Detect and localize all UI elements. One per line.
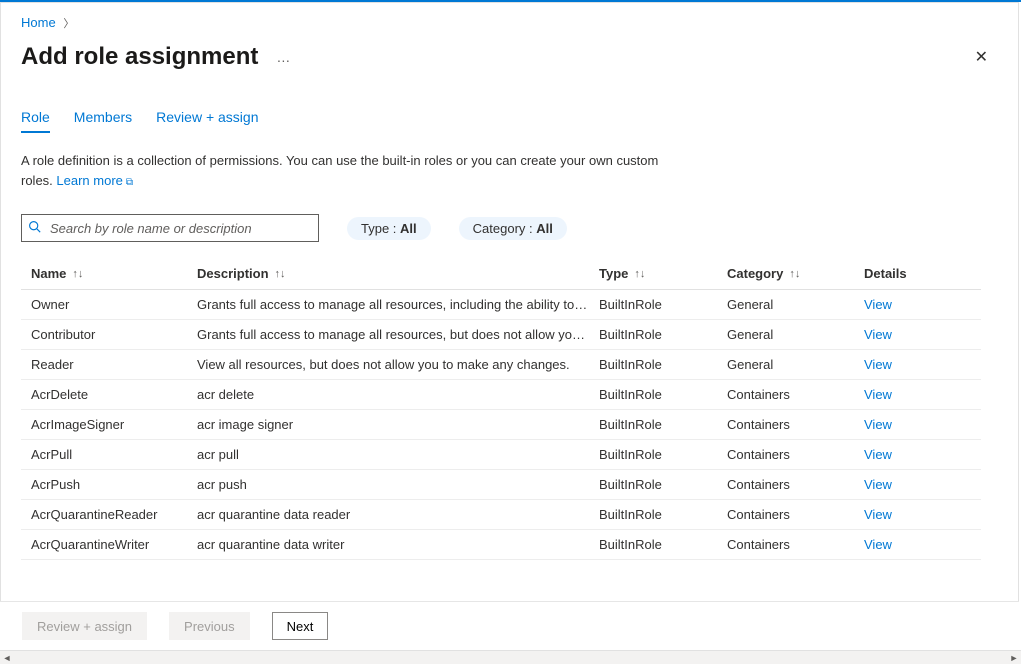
table-row[interactable]: AcrQuarantineWriteracr quarantine data w… [21, 530, 981, 560]
view-link[interactable]: View [864, 537, 944, 552]
cell-type: BuiltInRole [599, 357, 727, 372]
category-filter-pill[interactable]: Category : All [459, 217, 567, 240]
type-filter-label: Type : [361, 221, 400, 236]
cell-description: acr quarantine data reader [197, 507, 599, 522]
more-actions-button[interactable]: … [276, 49, 291, 65]
col-header-type[interactable]: Type↑↓ [599, 266, 727, 281]
sort-icon: ↑↓ [789, 268, 800, 280]
view-link[interactable]: View [864, 417, 944, 432]
cell-type: BuiltInRole [599, 417, 727, 432]
breadcrumb: Home 〉 [21, 9, 1018, 41]
view-link[interactable]: View [864, 327, 944, 342]
table-row[interactable]: AcrDeleteacr deleteBuiltInRoleContainers… [21, 380, 981, 410]
cell-type: BuiltInRole [599, 297, 727, 312]
scroll-left-icon[interactable]: ◄ [0, 653, 14, 663]
search-box [21, 214, 319, 242]
roles-table: Name↑↓ Description↑↓ Type↑↓ Category↑↓ D… [21, 258, 981, 560]
cell-type: BuiltInRole [599, 537, 727, 552]
col-header-category[interactable]: Category↑↓ [727, 266, 864, 281]
search-input[interactable] [21, 214, 319, 242]
cell-name: AcrQuarantineWriter [31, 537, 197, 552]
view-link[interactable]: View [864, 297, 944, 312]
cell-category: Containers [727, 387, 864, 402]
cell-type: BuiltInRole [599, 327, 727, 342]
table-row[interactable]: ContributorGrants full access to manage … [21, 320, 981, 350]
category-filter-value: All [536, 221, 553, 236]
table-row[interactable]: AcrImageSigneracr image signerBuiltInRol… [21, 410, 981, 440]
cell-category: Containers [727, 537, 864, 552]
close-button[interactable]: ✕ [969, 41, 994, 73]
review-assign-button: Review + assign [22, 612, 147, 640]
type-filter-value: All [400, 221, 417, 236]
learn-more-label: Learn more [56, 173, 122, 188]
col-header-name[interactable]: Name↑↓ [31, 266, 197, 281]
sort-icon: ↑↓ [634, 268, 645, 280]
cell-description: Grants full access to manage all resourc… [197, 297, 599, 312]
tab-review-assign[interactable]: Review + assign [156, 103, 258, 133]
external-link-icon: ⧉ [126, 177, 133, 188]
table-row[interactable]: AcrPullacr pullBuiltInRoleContainersView [21, 440, 981, 470]
cell-category: Containers [727, 447, 864, 462]
tab-members[interactable]: Members [74, 103, 132, 133]
cell-category: Containers [727, 477, 864, 492]
col-header-description[interactable]: Description↑↓ [197, 266, 599, 281]
cell-description: acr delete [197, 387, 599, 402]
cell-category: Containers [727, 417, 864, 432]
cell-description: acr quarantine data writer [197, 537, 599, 552]
cell-name: AcrImageSigner [31, 417, 197, 432]
tab-bar: Role Members Review + assign [21, 103, 1018, 133]
view-link[interactable]: View [864, 507, 944, 522]
cell-category: General [727, 327, 864, 342]
cell-name: AcrQuarantineReader [31, 507, 197, 522]
tab-role[interactable]: Role [21, 103, 50, 133]
table-row[interactable]: AcrPushacr pushBuiltInRoleContainersView [21, 470, 981, 500]
next-button[interactable]: Next [272, 612, 329, 640]
cell-name: Reader [31, 357, 197, 372]
cell-description: acr pull [197, 447, 599, 462]
cell-description: View all resources, but does not allow y… [197, 357, 599, 372]
page-title: Add role assignment [21, 43, 258, 71]
cell-category: General [727, 297, 864, 312]
cell-description: acr push [197, 477, 599, 492]
view-link[interactable]: View [864, 387, 944, 402]
cell-name: AcrPull [31, 447, 197, 462]
cell-type: BuiltInRole [599, 507, 727, 522]
sort-icon: ↑↓ [72, 268, 83, 280]
cell-type: BuiltInRole [599, 447, 727, 462]
col-header-details: Details [864, 266, 944, 281]
previous-button: Previous [169, 612, 250, 640]
type-filter-pill[interactable]: Type : All [347, 217, 431, 240]
search-icon [28, 220, 41, 236]
cell-name: Owner [31, 297, 197, 312]
cell-type: BuiltInRole [599, 477, 727, 492]
footer-bar: Review + assign Previous Next [0, 601, 1019, 650]
cell-description: acr image signer [197, 417, 599, 432]
cell-name: AcrDelete [31, 387, 197, 402]
chevron-right-icon: 〉 [63, 18, 74, 30]
intro-text: A role definition is a collection of per… [21, 151, 661, 190]
view-link[interactable]: View [864, 477, 944, 492]
view-link[interactable]: View [864, 447, 944, 462]
cell-type: BuiltInRole [599, 387, 727, 402]
horizontal-scrollbar[interactable]: ◄ ► [0, 650, 1021, 664]
cell-name: Contributor [31, 327, 197, 342]
category-filter-label: Category : [473, 221, 537, 236]
table-row[interactable]: OwnerGrants full access to manage all re… [21, 290, 981, 320]
cell-name: AcrPush [31, 477, 197, 492]
view-link[interactable]: View [864, 357, 944, 372]
cell-category: General [727, 357, 864, 372]
cell-description: Grants full access to manage all resourc… [197, 327, 599, 342]
table-row[interactable]: ReaderView all resources, but does not a… [21, 350, 981, 380]
table-row[interactable]: AcrQuarantineReaderacr quarantine data r… [21, 500, 981, 530]
cell-category: Containers [727, 507, 864, 522]
scroll-right-icon[interactable]: ► [1007, 653, 1021, 663]
learn-more-link[interactable]: Learn more ⧉ [56, 173, 133, 188]
sort-icon: ↑↓ [275, 268, 286, 280]
page-scroll-container[interactable]: Home 〉 Add role assignment … ✕ Role Memb… [0, 2, 1019, 650]
breadcrumb-home[interactable]: Home [21, 15, 56, 30]
